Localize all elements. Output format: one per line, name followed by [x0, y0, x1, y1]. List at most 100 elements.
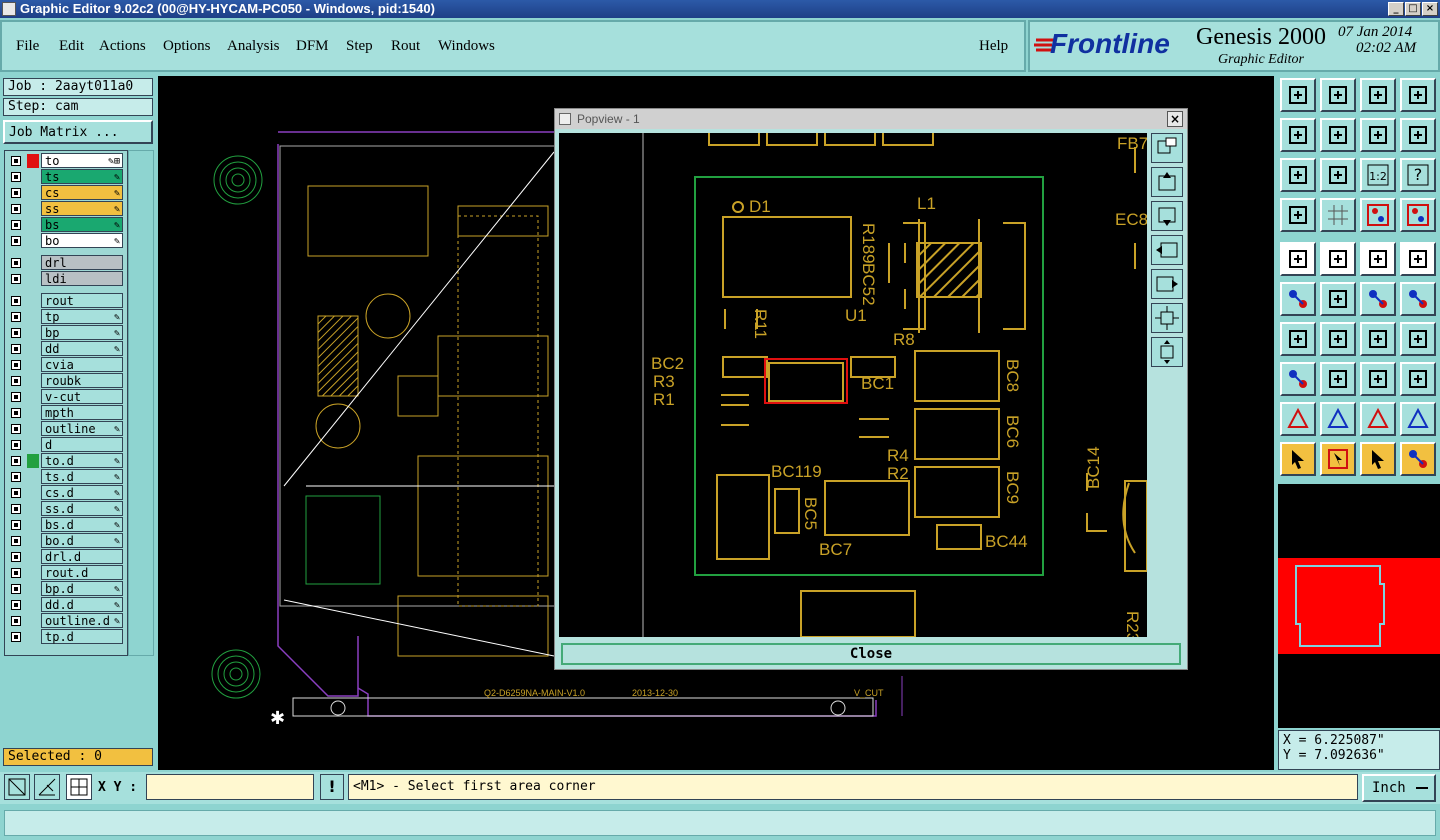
delete-feature-button[interactable]: [1320, 282, 1356, 316]
layer-row-bp-d[interactable]: bp.d ✎: [5, 581, 127, 597]
layer-checkbox[interactable]: [11, 220, 21, 230]
layer-checkbox[interactable]: [11, 600, 21, 610]
layer-checkbox[interactable]: [11, 504, 21, 514]
popview-zoom-out-button[interactable]: [1151, 303, 1183, 333]
break-tool-button[interactable]: [1320, 362, 1356, 396]
layer-row-rout[interactable]: rout: [5, 293, 127, 309]
layer-checkbox[interactable]: [11, 408, 21, 418]
ruler-button[interactable]: [1360, 242, 1396, 276]
open-step-button[interactable]: [1280, 78, 1316, 112]
polygon-red-button[interactable]: [1360, 402, 1396, 436]
layer-row-to-d[interactable]: to.d ✎: [5, 453, 127, 469]
layer-name[interactable]: ts.d ✎: [41, 469, 123, 484]
layer-name[interactable]: to.d ✎: [41, 453, 123, 468]
popview-titlebar[interactable]: Popview - 1 ×: [555, 109, 1187, 129]
layer-name[interactable]: ldi: [41, 271, 123, 286]
line-tool-button[interactable]: [1320, 322, 1356, 356]
layer-row-v-cut[interactable]: v-cut: [5, 389, 127, 405]
menu-file[interactable]: File: [16, 38, 39, 55]
popview-close-button[interactable]: Close: [561, 643, 1181, 665]
layer-row-tp[interactable]: tp ✎: [5, 309, 127, 325]
layer-checkbox[interactable]: [11, 188, 21, 198]
layer-row-mpth[interactable]: mpth: [5, 405, 127, 421]
layer-name[interactable]: dd.d ✎: [41, 597, 123, 612]
layer-row-drl-d[interactable]: drl.d: [5, 549, 127, 565]
layer-checkbox[interactable]: [11, 520, 21, 530]
layer-checkbox[interactable]: [11, 376, 21, 386]
popview-close-icon[interactable]: ×: [1167, 111, 1183, 127]
grid-toggle-button[interactable]: [66, 774, 92, 800]
layer-name[interactable]: tp.d: [41, 629, 123, 644]
layer-name[interactable]: d: [41, 437, 123, 452]
layer-row-ldi[interactable]: ldi: [5, 271, 127, 287]
layer-checkbox[interactable]: [11, 424, 21, 434]
layer-name[interactable]: ss.d ✎: [41, 501, 123, 516]
layer-checkbox[interactable]: [11, 616, 21, 626]
measure-button[interactable]: [34, 774, 60, 800]
grid-tool-button[interactable]: [1320, 198, 1356, 232]
move-pad-button[interactable]: [1360, 282, 1396, 316]
menu-actions[interactable]: Actions: [99, 38, 146, 55]
layer-name[interactable]: to ✎⊞: [41, 153, 123, 168]
layer-name[interactable]: bo ✎: [41, 233, 123, 248]
pad-shape-button[interactable]: [1280, 362, 1316, 396]
layer-checkbox[interactable]: [11, 584, 21, 594]
layer-list-scrollbar[interactable]: [128, 150, 154, 656]
fit-screen-button[interactable]: [1280, 158, 1316, 192]
layer-checkbox[interactable]: [11, 236, 21, 246]
layer-name[interactable]: bs.d ✎: [41, 517, 123, 532]
snap-mode-button[interactable]: [4, 774, 30, 800]
menu-windows[interactable]: Windows: [438, 38, 495, 55]
popview-zoom-in-button[interactable]: [1151, 337, 1183, 367]
layer-row-ss-d[interactable]: ss.d ✎: [5, 501, 127, 517]
layer-checkbox[interactable]: [11, 156, 21, 166]
layer-name[interactable]: bo.d ✎: [41, 533, 123, 548]
layer-checkbox[interactable]: [11, 344, 21, 354]
layer-checkbox[interactable]: [11, 632, 21, 642]
round-tool-button[interactable]: [1400, 362, 1436, 396]
scale-1-2-button[interactable]: 1:2: [1360, 158, 1396, 192]
net-select-button[interactable]: [1400, 442, 1436, 476]
layer-name[interactable]: mpth: [41, 405, 123, 420]
flip-tool-button[interactable]: [1400, 322, 1436, 356]
popview-canvas[interactable]: D1 L1 R189 BC52 R11 U1 R8 BC2 R3 R1 BC1 …: [559, 133, 1148, 642]
overview-map[interactable]: [1278, 484, 1440, 728]
menu-help[interactable]: Help: [979, 38, 1008, 55]
layer-checkbox[interactable]: [11, 296, 21, 306]
mirror-button[interactable]: [1400, 118, 1436, 152]
select-single-button[interactable]: [1360, 442, 1396, 476]
layer-checkbox[interactable]: [11, 172, 21, 182]
layer-name[interactable]: drl.d: [41, 549, 123, 564]
alert-button[interactable]: !: [320, 774, 344, 800]
popview-pan-right-button[interactable]: [1151, 269, 1183, 299]
layer-name[interactable]: cs ✎: [41, 185, 123, 200]
rotate-button[interactable]: [1360, 118, 1396, 152]
job-matrix-button[interactable]: Job Matrix ...: [3, 120, 153, 144]
layer-checkbox[interactable]: [11, 488, 21, 498]
layer-checkbox[interactable]: [11, 392, 21, 402]
select-pointer-button[interactable]: [1280, 442, 1316, 476]
layer-checkbox[interactable]: [11, 568, 21, 578]
layer-row-dd-d[interactable]: dd.d ✎: [5, 597, 127, 613]
menu-analysis[interactable]: Analysis: [227, 38, 280, 55]
layer-checkbox[interactable]: [11, 472, 21, 482]
help-button[interactable]: ?: [1400, 158, 1436, 192]
resize-tool-button[interactable]: [1360, 362, 1396, 396]
layer-row-bp[interactable]: bp ✎: [5, 325, 127, 341]
arc-tool-button[interactable]: [1360, 322, 1396, 356]
minimize-button[interactable]: _: [1388, 2, 1404, 16]
select-circle-button[interactable]: [1400, 242, 1436, 276]
layer-row-to[interactable]: to ✎⊞: [5, 153, 127, 169]
menu-options[interactable]: Options: [163, 38, 211, 55]
layer-checkbox[interactable]: [11, 258, 21, 268]
layer-row-dd[interactable]: dd ✎: [5, 341, 127, 357]
layer-colors-button[interactable]: [1360, 198, 1396, 232]
close-window-button[interactable]: ×: [1422, 2, 1438, 16]
xy-input[interactable]: [146, 774, 314, 800]
maximize-button[interactable]: □: [1405, 2, 1421, 16]
layer-name[interactable]: cvia: [41, 357, 123, 372]
menu-step[interactable]: Step: [346, 38, 373, 55]
layer-name[interactable]: bp.d ✎: [41, 581, 123, 596]
layer-row-outline-d[interactable]: outline.d ✎: [5, 613, 127, 629]
layer-row-ts-d[interactable]: ts.d ✎: [5, 469, 127, 485]
